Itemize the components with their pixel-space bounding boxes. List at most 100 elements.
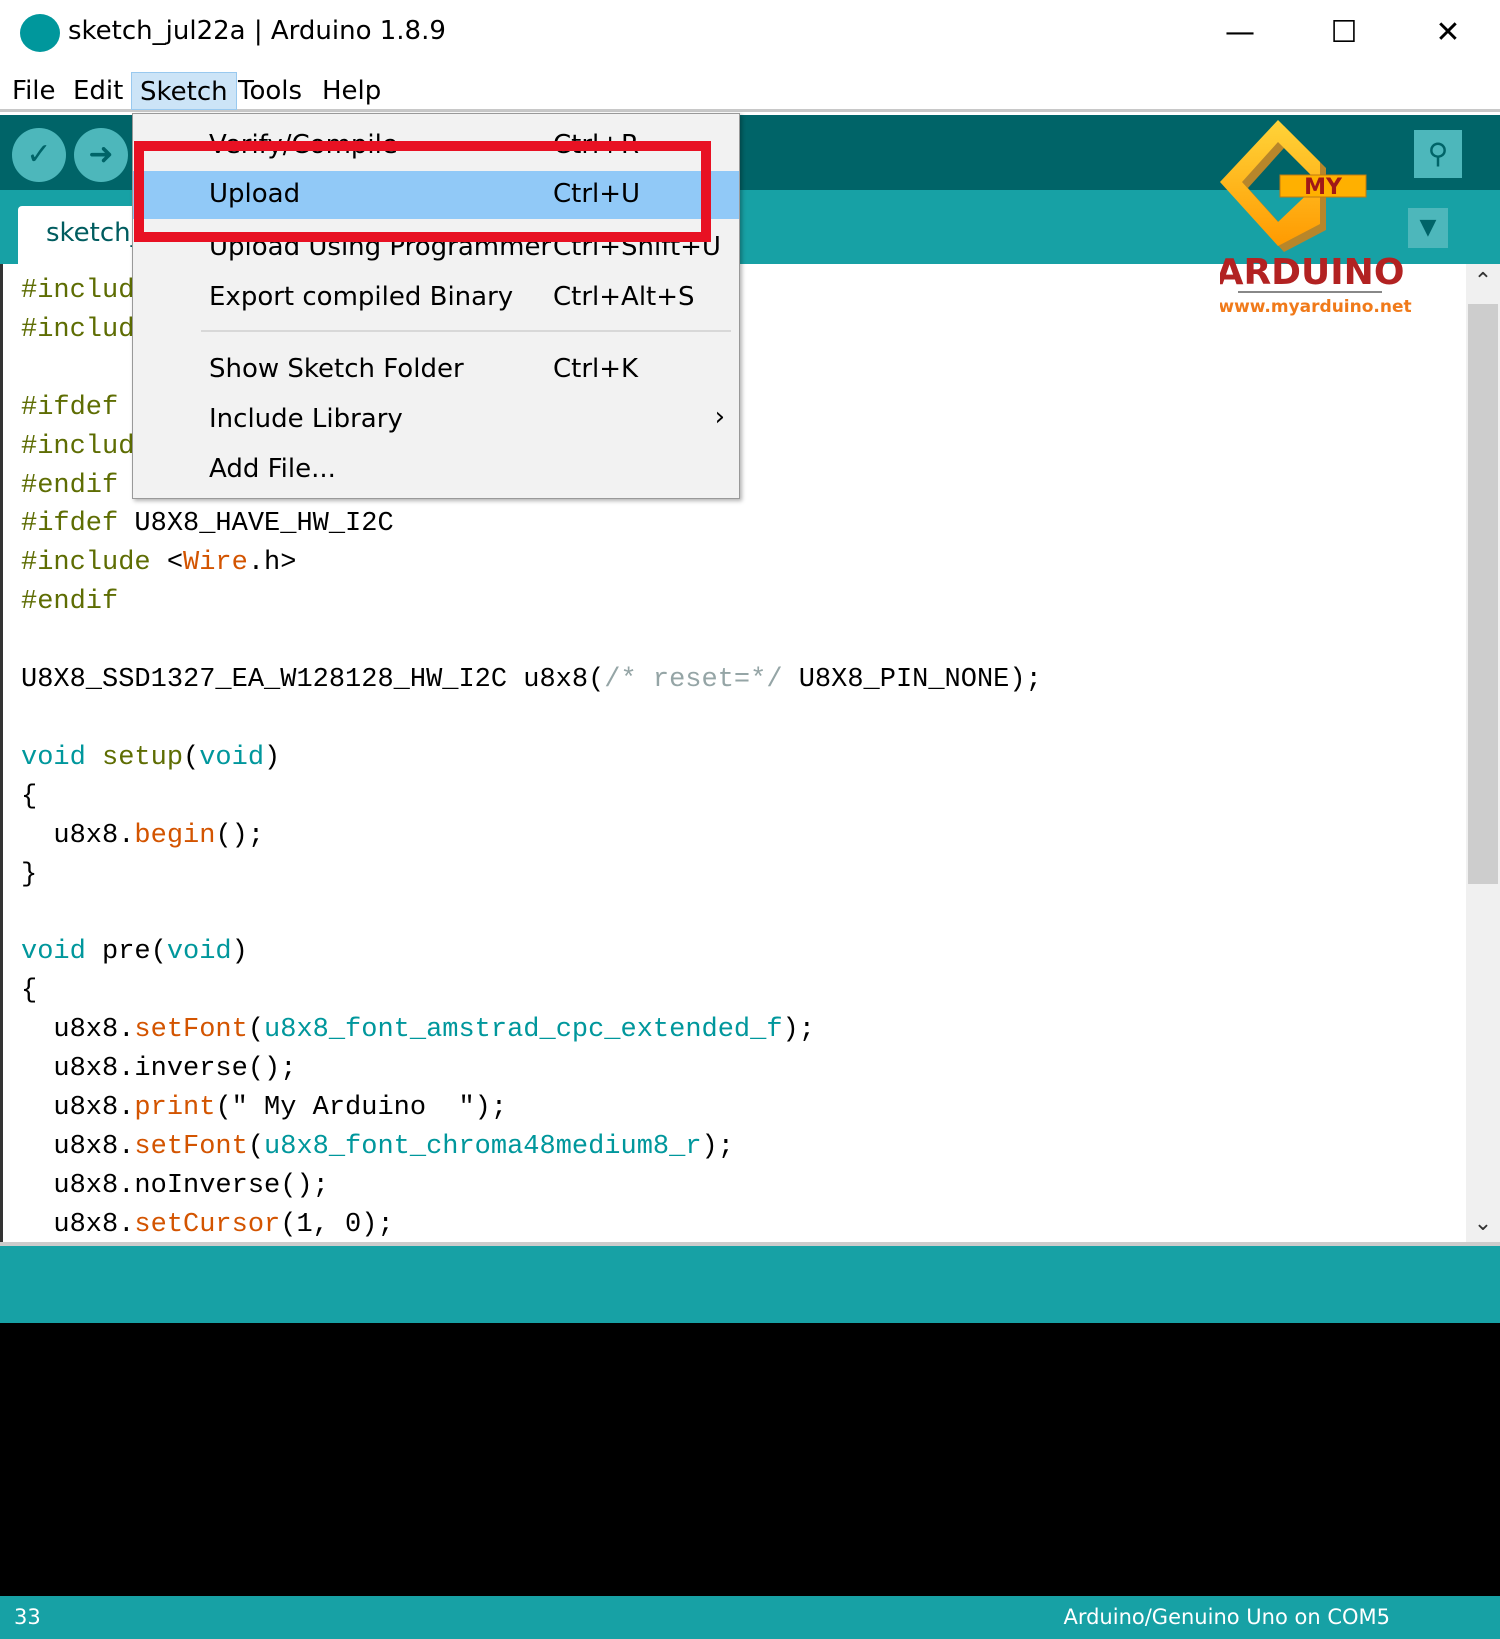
code-token: /* reset=*/ (604, 665, 783, 695)
minimize-button[interactable]: — (1200, 8, 1280, 58)
code-token: #includ (21, 276, 135, 306)
code-token: u8x8. (21, 820, 135, 851)
code-token: pre( (85, 937, 167, 968)
code-token: } (21, 859, 38, 890)
menu-item-label: Show Sketch Folder (209, 354, 464, 384)
menu-item-export-compiled-binary[interactable]: Export compiled Binary Ctrl+Alt+S (133, 274, 739, 322)
code-token: void (166, 937, 232, 968)
code-line[interactable]: #endif (21, 583, 118, 622)
code-token: #ifdef (21, 509, 119, 540)
code-token: u8x8. (21, 1131, 135, 1162)
myarduino-logo: MY ARDUINO www.myarduino.net (1220, 120, 1412, 317)
code-line[interactable]: u8x8.print(" My Arduino "); (21, 1089, 507, 1128)
board-port: Arduino/Genuino Uno on COM5 (1063, 1605, 1390, 1629)
code-line[interactable]: #includ (21, 272, 134, 311)
code-token: ); (701, 1131, 734, 1162)
code-token: u8x8. (21, 1092, 135, 1123)
code-token: u8x8_font_chroma48medium8_r (264, 1131, 702, 1162)
code-line[interactable]: #endif (21, 467, 118, 506)
title-bar: sketch_jul22a | Arduino 1.8.9 — ☐ ✕ (0, 0, 1500, 68)
code-token: U8X8_PIN_NONE); (782, 665, 1042, 695)
upload-button[interactable]: ➜ (74, 128, 128, 182)
menu-item-shortcut: Ctrl+Alt+S (553, 282, 695, 312)
chevron-right-icon: › (714, 402, 725, 432)
code-token: { (21, 976, 38, 1007)
menu-file[interactable]: File (4, 72, 64, 110)
maximize-button[interactable]: ☐ (1304, 8, 1384, 58)
menu-sketch[interactable]: Sketch (131, 72, 237, 110)
code-line[interactable]: u8x8.inverse(); (21, 1050, 296, 1089)
menu-edit[interactable]: Edit (65, 72, 131, 110)
code-token: (); (215, 820, 265, 851)
code-token: void (199, 742, 265, 773)
verify-button[interactable]: ✓ (12, 128, 66, 182)
code-token: < (150, 548, 184, 579)
footer-bar: 33 Arduino/Genuino Uno on COM5 (0, 1596, 1500, 1639)
code-token: void (21, 742, 86, 773)
code-token: u8x8_font_amstrad_cpc_extended_f (264, 1015, 783, 1046)
logo-name-text: ARDUINO (1220, 252, 1404, 293)
code-line[interactable]: #include <Wire.h> (21, 544, 296, 583)
scroll-thumb[interactable] (1468, 304, 1498, 884)
code-line[interactable]: u8x8.setFont(u8x8_font_amstrad_cpc_exten… (21, 1011, 815, 1050)
menu-item-shortcut: Ctrl+K (553, 354, 639, 384)
annotation-highlight-box (134, 141, 711, 242)
code-token: #include (21, 548, 151, 579)
scroll-up-icon[interactable]: ⌃ (1466, 264, 1500, 300)
code-token: ( (247, 1131, 265, 1162)
code-token: #endif (21, 470, 119, 501)
menu-item-label: Include Library (209, 404, 403, 434)
code-line[interactable]: u8x8.setCursor(1, 0); (21, 1206, 393, 1242)
status-bar (0, 1246, 1500, 1323)
menu-item-label: Export compiled Binary (209, 282, 514, 312)
line-number: 33 (14, 1605, 41, 1629)
code-token: #includ (21, 314, 135, 345)
code-token: void (21, 937, 86, 968)
code-line[interactable]: #ifdef U8X8_HAVE_HW_I2C (21, 505, 394, 544)
code-token: ); (782, 1015, 815, 1046)
menu-help[interactable]: Help (314, 72, 389, 110)
menu-item-add-file[interactable]: Add File... (133, 446, 739, 494)
console-output (0, 1323, 1500, 1596)
code-line[interactable]: #includ (21, 311, 134, 350)
code-line[interactable]: } (21, 856, 37, 895)
code-token: print (134, 1092, 216, 1123)
code-line[interactable]: #ifdef (21, 389, 118, 428)
code-token: setCursor (134, 1209, 281, 1240)
menu-item-include-library[interactable]: Include Library › (133, 396, 739, 444)
code-token: ) (231, 937, 248, 968)
code-token: u8x8.noInverse(); (21, 1170, 329, 1201)
code-token: U8X8_HAVE_HW_I2C (118, 509, 394, 540)
code-line[interactable]: void pre(void) (21, 933, 248, 972)
vertical-scrollbar[interactable]: ⌃ ⌄ (1466, 264, 1500, 1242)
code-line[interactable]: u8x8.noInverse(); (21, 1167, 329, 1206)
code-line[interactable]: #includ (21, 428, 134, 467)
window-title: sketch_jul22a | Arduino 1.8.9 (68, 16, 446, 46)
code-token: u8x8. (21, 1015, 135, 1046)
close-button[interactable]: ✕ (1408, 8, 1488, 58)
code-line[interactable]: void setup(void) (21, 739, 280, 778)
code-line[interactable]: u8x8.setFont(u8x8_font_chroma48medium8_r… (21, 1128, 734, 1167)
code-token: setFont (134, 1131, 248, 1162)
code-line[interactable]: { (21, 778, 37, 817)
logo-badge-text: MY (1304, 175, 1343, 200)
serial-monitor-icon[interactable]: ⚲ (1414, 130, 1462, 178)
code-line[interactable]: u8x8.begin(); (21, 817, 264, 856)
code-token: ( (247, 1015, 265, 1046)
menu-bar: File Edit Sketch Tools Help (0, 68, 1500, 112)
code-token: u8x8.inverse(); (21, 1054, 297, 1084)
logo-url-text: www.myarduino.net (1220, 297, 1412, 317)
menu-tools[interactable]: Tools (230, 72, 310, 110)
scroll-down-icon[interactable]: ⌄ (1466, 1206, 1500, 1242)
code-line[interactable]: { (21, 972, 37, 1011)
menu-item-show-sketch-folder[interactable]: Show Sketch Folder Ctrl+K (133, 346, 739, 394)
code-line[interactable]: U8X8_SSD1327_EA_W128128_HW_I2C u8x8(/* r… (21, 661, 1042, 700)
code-token: u8x8. (21, 1209, 135, 1240)
menu-item-label: Add File... (209, 454, 336, 484)
code-token: #ifdef (21, 392, 119, 423)
code-token: ) (264, 742, 281, 773)
code-token: setup (102, 742, 184, 773)
code-token: (" My Arduino "); (215, 1092, 508, 1123)
code-token: { (21, 781, 38, 812)
